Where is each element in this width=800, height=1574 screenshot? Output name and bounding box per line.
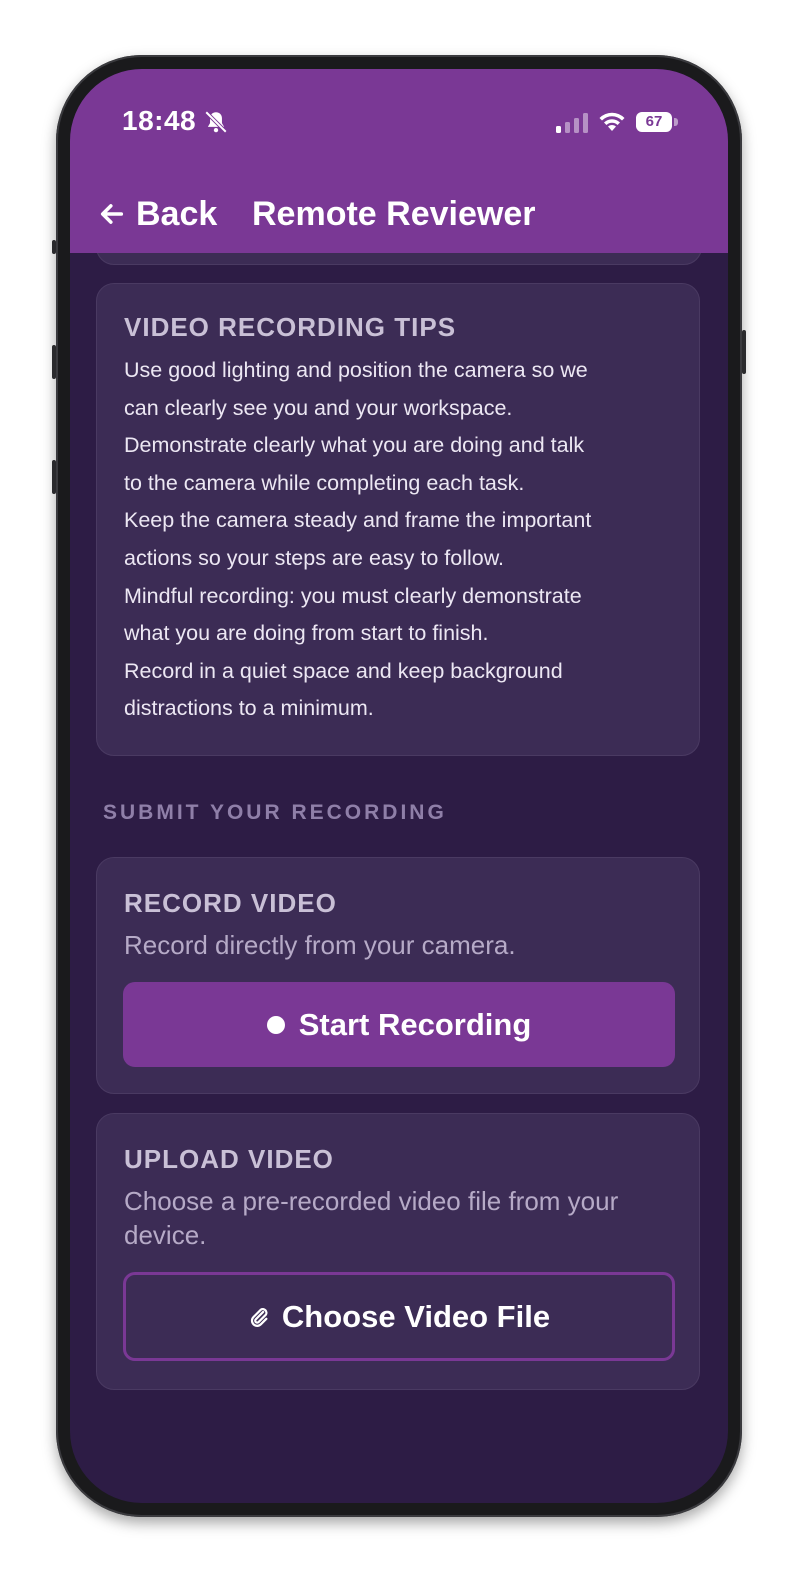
record-video-description: Record directly from your camera. xyxy=(124,930,516,960)
tips-card: VIDEO RECORDING TIPS Use good lighting a… xyxy=(96,283,700,756)
upload-video-description: Choose a pre-recorded video file from yo… xyxy=(124,1186,619,1250)
paperclip-icon xyxy=(250,1307,268,1327)
record-video-title: RECORD VIDEO xyxy=(124,888,337,918)
scroll-content[interactable]: VIDEO RECORDING TIPS Use good lighting a… xyxy=(70,213,728,1503)
tip-line: Record in a quiet space and keep backgro… xyxy=(124,658,563,683)
choose-video-file-label: Choose Video File xyxy=(281,1298,551,1334)
top-bar: 18:48 67 Back Remote Reviewer xyxy=(70,69,728,253)
tips-list: Use good lighting and position the camer… xyxy=(124,352,684,728)
tip-line: Keep the camera steady and frame the imp… xyxy=(124,508,592,533)
power-button xyxy=(742,330,746,374)
tip-line: actions so your steps are easy to follow… xyxy=(124,545,505,570)
status-bar: 18:48 67 xyxy=(70,69,728,179)
volume-up-button xyxy=(52,345,56,379)
arrow-left-icon xyxy=(100,204,124,224)
tips-title: VIDEO RECORDING TIPS xyxy=(124,312,457,342)
phone-frame: 18:48 67 Back Remote Reviewer VIDEO RECO… xyxy=(52,55,746,1517)
record-dot-icon xyxy=(266,1015,285,1034)
page-title: Remote Reviewer xyxy=(252,195,536,233)
cellular-signal-icon xyxy=(556,113,588,133)
tip-line: can clearly see you and your workspace. xyxy=(124,395,513,420)
volume-down-button xyxy=(52,460,56,494)
bell-slash-icon xyxy=(204,110,228,134)
app-screen: 18:48 67 Back Remote Reviewer VIDEO RECO… xyxy=(70,69,728,1503)
status-time: 18:48 xyxy=(122,105,197,136)
battery-cap xyxy=(674,118,678,126)
tip-line: Mindful recording: you must clearly demo… xyxy=(124,583,582,608)
navigation-bar: Back Remote Reviewer xyxy=(70,189,728,239)
battery-level: 67 xyxy=(636,112,672,132)
back-button[interactable]: Back xyxy=(98,189,217,239)
submit-section-label: SUBMIT YOUR RECORDING xyxy=(103,801,447,824)
tip-line: distractions to a minimum. xyxy=(124,696,374,721)
action-button xyxy=(52,240,56,254)
wifi-icon xyxy=(599,112,625,131)
tip-line: Demonstrate clearly what you are doing a… xyxy=(124,433,585,458)
tip-line: Use good lighting and position the camer… xyxy=(124,358,588,382)
upload-video-title: UPLOAD VIDEO xyxy=(124,1144,334,1174)
battery-icon: 67 xyxy=(636,112,678,134)
start-recording-label: Start Recording xyxy=(298,1006,532,1042)
start-recording-button[interactable]: Start Recording xyxy=(123,982,675,1067)
choose-video-file-button[interactable]: Choose Video File xyxy=(123,1272,675,1361)
record-video-card: RECORD VIDEO Record directly from your c… xyxy=(96,857,700,1094)
tip-line: to the camera while completing each task… xyxy=(124,470,525,495)
back-label: Back xyxy=(136,194,218,233)
tip-line: what you are doing from start to finish. xyxy=(124,621,489,646)
upload-video-card: UPLOAD VIDEO Choose a pre-recorded video… xyxy=(96,1113,700,1390)
